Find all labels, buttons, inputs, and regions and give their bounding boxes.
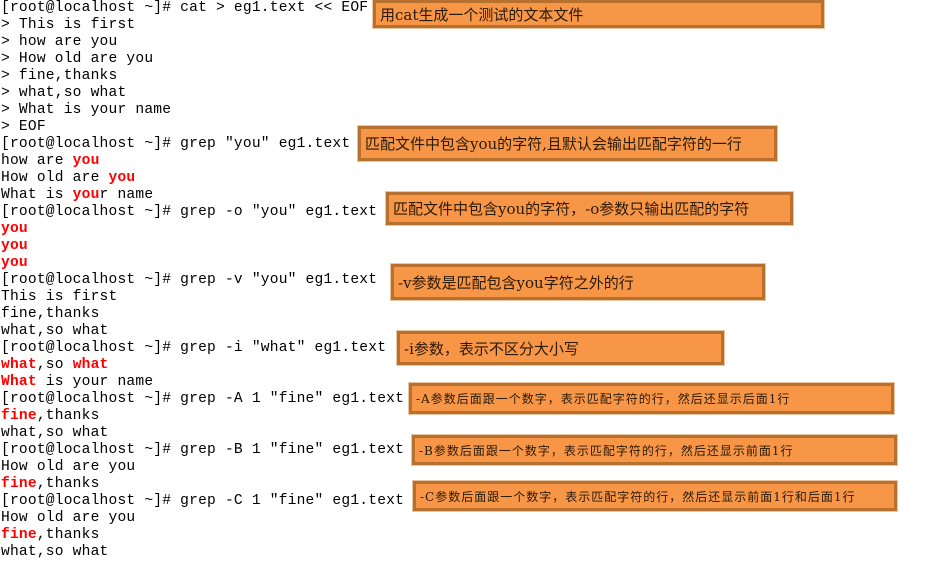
match-highlight: what <box>72 357 109 373</box>
terminal-line: > EOF <box>1 119 404 136</box>
terminal-line: [root@localhost ~]# cat > eg1.text << EO… <box>1 0 404 17</box>
match-highlight: you <box>1 255 28 271</box>
terminal-line: [root@localhost ~]# grep -v "you" eg1.te… <box>1 272 404 289</box>
terminal-line: you <box>1 221 404 238</box>
terminal-text: ,thanks <box>36 408 100 424</box>
terminal-line: > This is first <box>1 17 404 34</box>
match-highlight: What <box>1 374 37 390</box>
terminal-text: [root@localhost ~]# grep "you" eg1.text <box>1 136 351 152</box>
terminal-line: This is first <box>1 289 404 306</box>
terminal-line: what,so what <box>1 357 404 374</box>
match-highlight: you <box>1 238 28 254</box>
annotation-grep-v: -v参数是匹配包含you字符之外的行 <box>391 264 765 300</box>
terminal-text: [root@localhost ~]# cat > eg1.text << EO… <box>1 0 369 16</box>
terminal-line: What is your name <box>1 187 404 204</box>
terminal-text: > What is your name <box>1 102 172 118</box>
terminal-line: How old are you <box>1 170 404 187</box>
annotation-text: -v参数是匹配包含you字符之外的行 <box>398 273 634 292</box>
terminal-text: fine,thanks <box>1 306 100 322</box>
terminal-line: fine,thanks <box>1 306 404 323</box>
terminal-line: [root@localhost ~]# grep -o "you" eg1.te… <box>1 204 404 221</box>
annotation-grep-A: -A参数后面跟一个数字，表示匹配字符的行，然后还显示后面1行 <box>409 383 894 414</box>
terminal-line: how are you <box>1 153 404 170</box>
terminal-line: [root@localhost ~]# grep -A 1 "fine" eg1… <box>1 391 404 408</box>
terminal-text: > This is first <box>1 17 136 33</box>
terminal-text: > fine,thanks <box>1 68 118 84</box>
terminal-line: [root@localhost ~]# grep -B 1 "fine" eg1… <box>1 442 404 459</box>
terminal-text: what,so what <box>1 544 109 560</box>
terminal-text: [root@localhost ~]# grep -i "what" eg1.t… <box>1 340 387 356</box>
annotation-text: 匹配文件中包含you的字符，-o参数只输出匹配的字符 <box>393 200 750 218</box>
annotation-text: -B参数后面跟一个数字，表示匹配字符的行，然后还显示前面1行 <box>419 443 794 458</box>
match-highlight: you <box>72 187 100 203</box>
terminal-output: [root@localhost ~]# cat > eg1.text << EO… <box>1 0 404 561</box>
terminal-text: ,thanks <box>36 476 100 492</box>
terminal-text: What is <box>1 187 73 203</box>
terminal-line: How old are you <box>1 459 404 476</box>
terminal-line: What is your name <box>1 374 404 391</box>
terminal-text: [root@localhost ~]# grep -A 1 "fine" eg1… <box>1 391 405 407</box>
terminal-text: > how are you <box>1 34 118 50</box>
annotation-grep-i: -i参数，表示不区分大小写 <box>397 331 724 365</box>
terminal-line: > What is your name <box>1 102 404 119</box>
annotation-text: 匹配文件中包含you的字符,且默认会输出匹配字符的一行 <box>365 135 742 153</box>
terminal-text: How old are you <box>1 459 136 475</box>
match-highlight: fine <box>1 476 37 492</box>
terminal-text: > EOF <box>1 119 46 135</box>
terminal-text: what,so what <box>1 425 109 441</box>
terminal-line: > fine,thanks <box>1 68 404 85</box>
match-highlight: you <box>1 221 28 237</box>
terminal-line: How old are you <box>1 510 404 527</box>
match-highlight: you <box>108 170 136 186</box>
terminal-text: How old are you <box>1 510 136 526</box>
terminal-text: > what,so what <box>1 85 127 101</box>
terminal-line: [root@localhost ~]# grep -C 1 "fine" eg1… <box>1 493 404 510</box>
annotation-grep-default: 匹配文件中包含you的字符,且默认会输出匹配字符的一行 <box>358 126 777 161</box>
annotation-text: 用cat生成一个测试的文本文件 <box>380 5 584 24</box>
annotation-text: -i参数，表示不区分大小写 <box>404 339 579 358</box>
match-highlight: you <box>72 153 100 169</box>
annotation-text: -A参数后面跟一个数字，表示匹配字符的行，然后还显示后面1行 <box>416 392 791 406</box>
terminal-text: ,so <box>36 357 73 373</box>
annotation-grep-C: -C参数后面跟一个数字，表示匹配字符的行，然后还显示前面1行和后面1行 <box>413 481 897 511</box>
match-highlight: fine <box>1 408 37 424</box>
match-highlight: what <box>1 357 37 373</box>
terminal-line: fine,thanks <box>1 408 404 425</box>
terminal-text: [root@localhost ~]# grep -B 1 "fine" eg1… <box>1 442 405 458</box>
terminal-line: what,so what <box>1 323 404 340</box>
annotation-grep-B: -B参数后面跟一个数字，表示匹配字符的行，然后还显示前面1行 <box>412 435 897 465</box>
terminal-text: ,thanks <box>36 527 100 543</box>
terminal-line: > how are you <box>1 34 404 51</box>
terminal-text: [root@localhost ~]# grep -o "you" eg1.te… <box>1 204 378 220</box>
terminal-line: > How old are you <box>1 51 404 68</box>
terminal-line: fine,thanks <box>1 476 404 493</box>
annotation-text: -C参数后面跟一个数字，表示匹配字符的行，然后还显示前面1行和后面1行 <box>420 489 856 504</box>
terminal-text: r name <box>99 187 154 203</box>
annotation-cat: 用cat生成一个测试的文本文件 <box>373 0 824 28</box>
annotation-grep-o: 匹配文件中包含you的字符，-o参数只输出匹配的字符 <box>386 192 793 225</box>
terminal-text: what,so what <box>1 323 109 339</box>
terminal-line: > what,so what <box>1 85 404 102</box>
terminal-text: > How old are you <box>1 51 154 67</box>
terminal-text: [root@localhost ~]# grep -C 1 "fine" eg1… <box>1 493 405 509</box>
terminal-line: fine,thanks <box>1 527 404 544</box>
terminal-line: what,so what <box>1 425 404 442</box>
terminal-line: [root@localhost ~]# grep "you" eg1.text <box>1 136 404 153</box>
terminal-line: what,so what <box>1 544 404 561</box>
terminal-line: you <box>1 238 404 255</box>
terminal-text: How old are <box>1 170 109 186</box>
terminal-text: [root@localhost ~]# grep -v "you" eg1.te… <box>1 272 378 288</box>
terminal-line: [root@localhost ~]# grep -i "what" eg1.t… <box>1 340 404 357</box>
match-highlight: fine <box>1 527 37 543</box>
terminal-text: is your name <box>36 374 154 390</box>
terminal-text: how are <box>1 153 73 169</box>
terminal-line: you <box>1 255 404 272</box>
terminal-text: This is first <box>1 289 118 305</box>
